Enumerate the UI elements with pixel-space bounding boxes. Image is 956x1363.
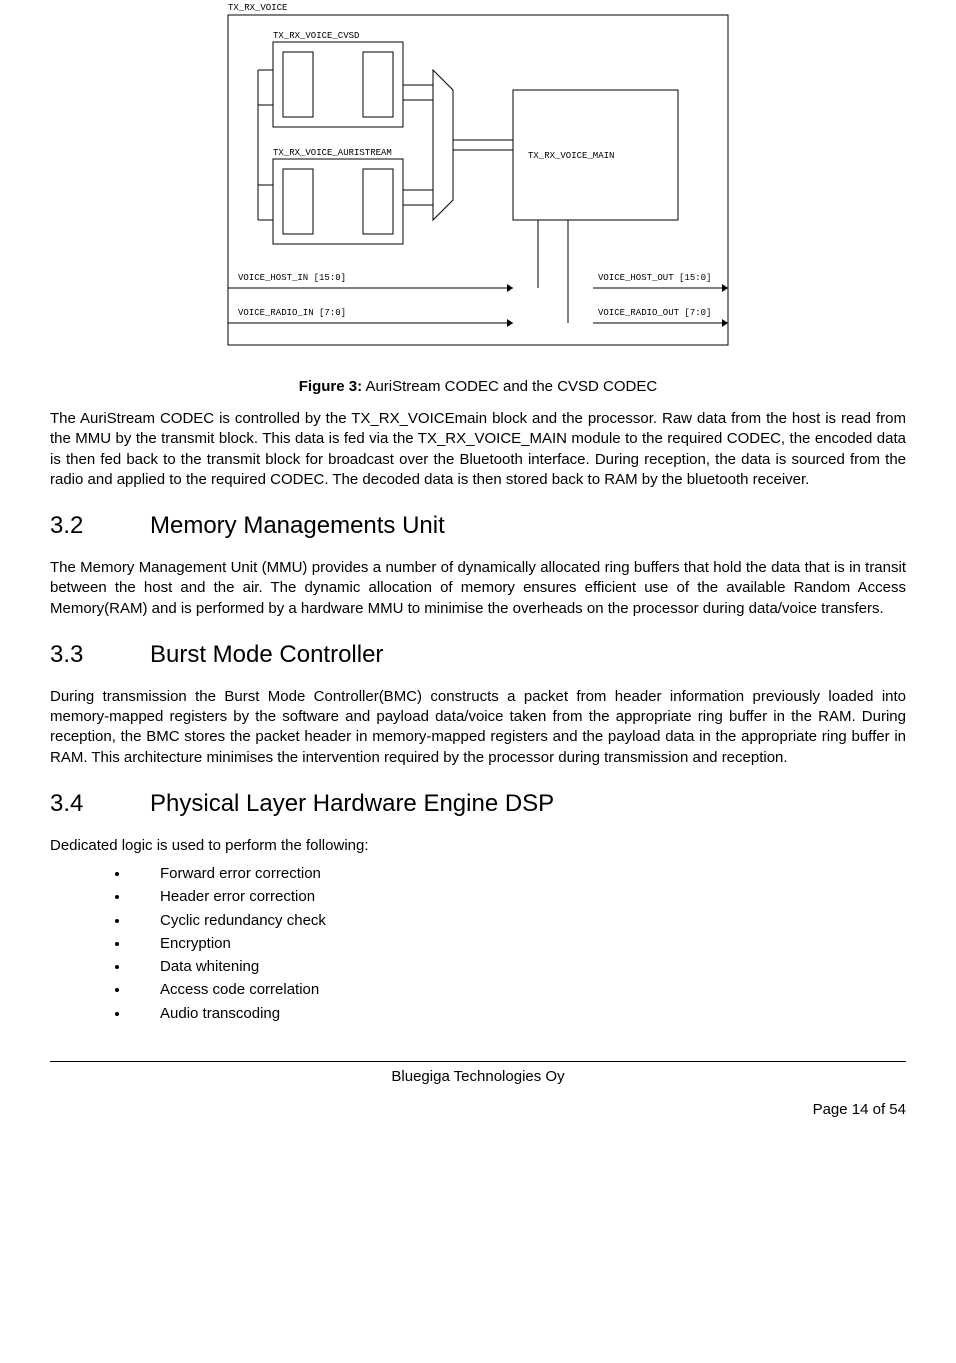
list-item: Forward error correction (130, 862, 906, 885)
heading-title: Memory Managements Unit (150, 512, 445, 539)
list-item: Audio transcoding (130, 1002, 906, 1025)
heading-num: 3.2 (50, 512, 150, 540)
heading-num: 3.3 (50, 641, 150, 669)
list-item: Access code correlation (130, 978, 906, 1001)
label-voice-host-in: VOICE_HOST_IN [15:0] (238, 273, 346, 283)
paragraph-2: The Memory Management Unit (MMU) provide… (50, 558, 906, 619)
figure-diagram: TX_RX_VOICE TX_RX_VOICE_CVSD TX_RX_VOICE… (50, 0, 906, 360)
label-voice-host-out: VOICE_HOST_OUT [15:0] (598, 273, 711, 283)
auristream-box (273, 159, 403, 244)
footer-divider (50, 1061, 906, 1062)
mux-shape (433, 70, 453, 220)
block-diagram-svg: TX_RX_VOICE TX_RX_VOICE_CVSD TX_RX_VOICE… (218, 0, 738, 360)
heading-title: Physical Layer Hardware Engine DSP (150, 790, 554, 817)
paragraph-3: During transmission the Burst Mode Contr… (50, 687, 906, 768)
label-voice-radio-out: VOICE_RADIO_OUT [7:0] (598, 308, 711, 318)
heading-3-4: 3.4Physical Layer Hardware Engine DSP (50, 790, 906, 818)
heading-3-2: 3.2Memory Managements Unit (50, 512, 906, 540)
list-item: Data whitening (130, 955, 906, 978)
label-auristream: TX_RX_VOICE_AURISTREAM (273, 148, 392, 158)
paragraph-1: The AuriStream CODEC is controlled by th… (50, 409, 906, 490)
heading-num: 3.4 (50, 790, 150, 818)
label-cvsd: TX_RX_VOICE_CVSD (273, 31, 359, 41)
list-item: Cyclic redundancy check (130, 909, 906, 932)
heading-title: Burst Mode Controller (150, 641, 383, 668)
label-voice-radio-in: VOICE_RADIO_IN [7:0] (238, 308, 346, 318)
list-item: Header error correction (130, 885, 906, 908)
footer-company: Bluegiga Technologies Oy (50, 1068, 906, 1085)
cvsd-box (273, 42, 403, 127)
list-item: Encryption (130, 932, 906, 955)
paragraph-4: Dedicated logic is used to perform the f… (50, 836, 906, 856)
bullet-list: Forward error correction Header error co… (50, 862, 906, 1025)
outer-box (228, 15, 728, 345)
document-page: TX_RX_VOICE TX_RX_VOICE_CVSD TX_RX_VOICE… (0, 0, 956, 1363)
footer-page-number: Page 14 of 54 (50, 1101, 906, 1118)
label-main: TX_RX_VOICE_MAIN (528, 151, 614, 161)
figure-caption-text: AuriStream CODEC and the CVSD CODEC (365, 378, 657, 395)
heading-3-3: 3.3Burst Mode Controller (50, 641, 906, 669)
label-outer: TX_RX_VOICE (228, 3, 287, 13)
figure-label: Figure 3: (299, 378, 362, 395)
figure-caption: Figure 3: AuriStream CODEC and the CVSD … (50, 378, 906, 395)
